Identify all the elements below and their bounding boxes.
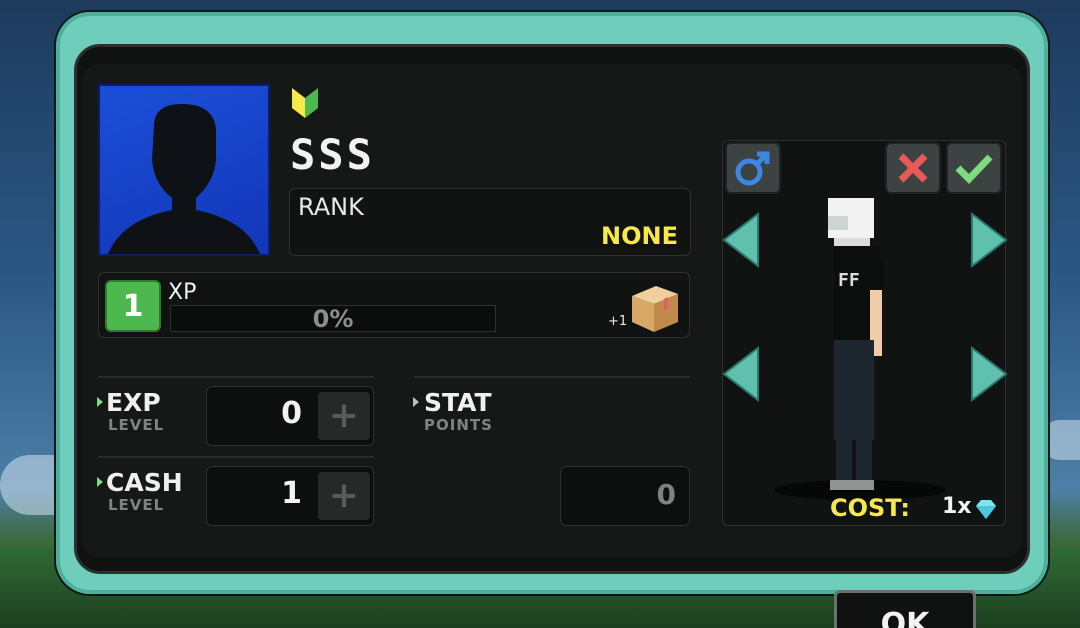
shirt-print: FF bbox=[838, 270, 860, 291]
rank-value: NONE bbox=[601, 222, 678, 250]
xp-progress-bar: 0% bbox=[170, 304, 496, 333]
crate-icon[interactable] bbox=[628, 282, 682, 334]
arrow-icon bbox=[413, 397, 419, 407]
level-badge: 1 bbox=[105, 280, 161, 332]
exp-value: 0 bbox=[281, 396, 302, 431]
red-x-icon bbox=[898, 153, 928, 183]
green-check-icon bbox=[955, 154, 993, 185]
next-body-arrow-icon[interactable] bbox=[968, 344, 1008, 404]
diamond-icon bbox=[976, 500, 996, 519]
exp-sub-label: LEVEL bbox=[108, 416, 165, 434]
ok-button[interactable]: OK bbox=[834, 590, 976, 628]
player-name: SSS bbox=[290, 130, 375, 179]
beginner-chevron-icon bbox=[292, 88, 318, 118]
divider bbox=[414, 376, 690, 378]
stat-points-value: 0 bbox=[656, 478, 676, 511]
cost-value: 1x bbox=[942, 494, 972, 519]
male-symbol-icon bbox=[735, 151, 770, 186]
cash-sub-label: LEVEL bbox=[108, 496, 165, 514]
divider bbox=[98, 376, 374, 378]
exp-label: EXP bbox=[106, 388, 161, 417]
cash-plus-button[interactable]: + bbox=[316, 470, 372, 522]
stat-sub-label: POINTS bbox=[424, 416, 493, 434]
silhouette-icon bbox=[108, 104, 260, 254]
arrow-icon bbox=[97, 397, 103, 407]
player-avatar[interactable] bbox=[98, 84, 270, 256]
cash-value: 1 bbox=[281, 476, 302, 511]
rank-label: RANK bbox=[298, 193, 364, 221]
confirm-button[interactable] bbox=[946, 142, 1002, 194]
exp-plus-button[interactable]: + bbox=[316, 390, 372, 442]
xp-percent: 0% bbox=[312, 304, 354, 333]
cancel-button[interactable] bbox=[885, 142, 941, 194]
prev-head-arrow-icon[interactable] bbox=[722, 210, 762, 270]
prev-body-arrow-icon[interactable] bbox=[722, 344, 762, 404]
next-head-arrow-icon[interactable] bbox=[968, 210, 1008, 270]
reward-bonus: +1 bbox=[608, 314, 628, 329]
xp-label: XP bbox=[168, 280, 197, 305]
character-sprite: FF bbox=[774, 198, 946, 500]
plus-icon: + bbox=[328, 475, 360, 516]
divider bbox=[98, 456, 374, 458]
arrow-icon bbox=[97, 477, 103, 487]
cost-label: COST: bbox=[830, 494, 910, 522]
cash-label: CASH bbox=[106, 468, 183, 497]
plus-icon: + bbox=[328, 395, 360, 436]
stat-label: STAT bbox=[424, 388, 492, 417]
gender-button[interactable] bbox=[725, 142, 781, 194]
